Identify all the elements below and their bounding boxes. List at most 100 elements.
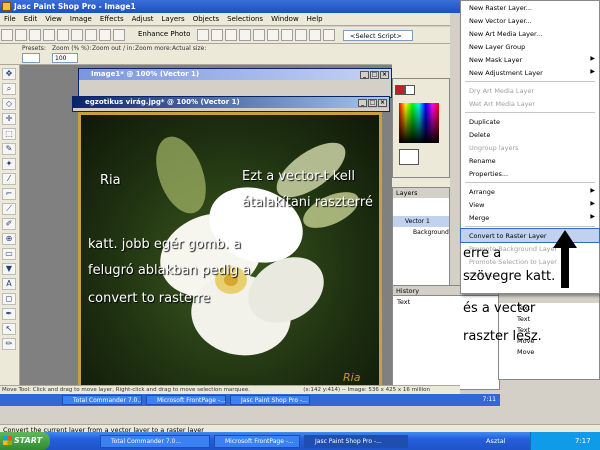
script-select[interactable]: <Select Script> — [343, 30, 413, 41]
image1-window[interactable]: Image1* @ 100% (Vector 1) _ □ × — [78, 68, 392, 98]
close-button[interactable]: × — [378, 99, 387, 107]
menu-item-new-art-media-layer[interactable]: New Art Media Layer... — [461, 27, 599, 40]
menu-file[interactable]: File — [0, 13, 20, 23]
layer-background[interactable]: Background — [393, 227, 449, 238]
pen-tool-icon[interactable]: ✒ — [2, 308, 16, 320]
minimize-button[interactable]: _ — [358, 99, 367, 107]
pan-tool-icon[interactable]: ✥ — [2, 68, 16, 80]
inner-task-paint-shop-pro[interactable]: Jasc Paint Shop Pro -... — [230, 395, 310, 405]
swatch-icon[interactable] — [395, 85, 405, 95]
menu-window[interactable]: Window — [267, 13, 303, 23]
image-canvas[interactable]: Ria — [78, 112, 382, 396]
undo-icon[interactable] — [57, 29, 69, 41]
close-button[interactable]: × — [380, 71, 389, 79]
preset-shape-icon[interactable]: ◻ — [2, 293, 16, 305]
maximize-button[interactable]: □ — [370, 71, 379, 79]
task-total-commander[interactable]: Total Commander 7.0... — [100, 435, 210, 448]
zoom-tool-icon[interactable]: ⌕ — [2, 83, 16, 95]
menu-item-view[interactable]: View ▶ — [461, 198, 599, 211]
layer-palette-item[interactable]: Move — [499, 347, 599, 358]
foreground-swatch[interactable] — [399, 149, 419, 165]
menu-layers[interactable]: Layers — [158, 13, 189, 23]
menu-item-duplicate[interactable]: Duplicate — [461, 115, 599, 128]
menu-item-delete[interactable]: Delete — [461, 128, 599, 141]
color-picker[interactable] — [399, 103, 439, 143]
toolbar-tool-icon[interactable] — [197, 29, 209, 41]
menu-item-new-mask-layer[interactable]: New Mask Layer ▶ — [461, 53, 599, 66]
menu-item-label: View — [469, 201, 485, 209]
move-tool-icon[interactable]: ✛ — [2, 113, 16, 125]
magic-wand-icon[interactable]: ✦ — [2, 158, 16, 170]
menu-adjust[interactable]: Adjust — [128, 13, 158, 23]
deform-tool-icon[interactable]: ◇ — [2, 98, 16, 110]
menu-image[interactable]: Image — [66, 13, 96, 23]
toolbar-tool-icon[interactable] — [295, 29, 307, 41]
art-media-icon[interactable]: ✏ — [2, 338, 16, 350]
menu-edit[interactable]: Edit — [20, 13, 42, 23]
menu-item-new-raster-layer[interactable]: New Raster Layer... — [461, 1, 599, 14]
task-frontpage[interactable]: Microsoft FrontPage -... — [214, 435, 300, 448]
print-icon[interactable] — [43, 29, 55, 41]
menu-selections[interactable]: Selections — [223, 13, 267, 23]
paste-icon[interactable] — [113, 29, 125, 41]
task-paint-shop-pro[interactable]: Jasc Paint Shop Pro -... — [304, 435, 408, 448]
freehand-selection-icon[interactable]: ✎ — [2, 143, 16, 155]
save-icon[interactable] — [29, 29, 41, 41]
clock: 7:17 — [575, 437, 591, 445]
desktop-toolbar-label[interactable]: Asztal — [486, 437, 506, 445]
swatch-icon[interactable] — [405, 85, 415, 95]
minimize-button[interactable]: _ — [360, 71, 369, 79]
straighten-icon[interactable]: ⟋ — [2, 203, 16, 215]
materials-palette[interactable] — [392, 78, 450, 178]
object-selector-icon[interactable]: ↖ — [2, 323, 16, 335]
toolbar-tool-icon[interactable] — [323, 29, 335, 41]
toolbar-tool-icon[interactable] — [281, 29, 293, 41]
paint-brush-icon[interactable]: ✐ — [2, 218, 16, 230]
menu-item-arrange[interactable]: Arrange ▶ — [461, 185, 599, 198]
image1-title: Image1* @ 100% (Vector 1) — [91, 70, 200, 78]
image1-title-bar[interactable]: Image1* @ 100% (Vector 1) _ □ × — [79, 69, 391, 80]
text-tool-icon[interactable]: A — [2, 278, 16, 290]
menu-view[interactable]: View — [41, 13, 66, 23]
photo-window[interactable]: egzotikus virág.jpg* @ 100% (Vector 1) _… — [72, 96, 390, 112]
menu-item-new-vector-layer[interactable]: New Vector Layer... — [461, 14, 599, 27]
toolbar-tool-icon[interactable] — [239, 29, 251, 41]
copy-icon[interactable] — [99, 29, 111, 41]
new-icon[interactable] — [1, 29, 13, 41]
cut-icon[interactable] — [85, 29, 97, 41]
menu-item-properties[interactable]: Properties... — [461, 167, 599, 180]
menu-item-dry-art-media-layer: Dry Art Media Layer — [469, 87, 535, 95]
presets-dropdown[interactable] — [22, 53, 40, 63]
clone-brush-icon[interactable]: ⊕ — [2, 233, 16, 245]
inner-task-total-commander[interactable]: Total Commander 7.0... — [62, 395, 142, 405]
inner-task-frontpage[interactable]: Microsoft FrontPage -... — [146, 395, 226, 405]
start-button[interactable]: START — [0, 432, 50, 450]
redo-icon[interactable] — [71, 29, 83, 41]
layer-vector1[interactable]: Vector 1 — [393, 216, 449, 227]
toolbar-tool-icon[interactable] — [309, 29, 321, 41]
flood-fill-icon[interactable]: ▼ — [2, 263, 16, 275]
enhance-photo-button[interactable]: Enhance Photo — [138, 30, 190, 38]
selection-tool-icon[interactable]: ⬚ — [2, 128, 16, 140]
menu-item-merge[interactable]: Merge ▶ — [461, 211, 599, 224]
menu-item-new-layer-group[interactable]: New Layer Group — [461, 40, 599, 53]
menu-item-new-adjustment-layer[interactable]: New Adjustment Layer ▶ — [461, 66, 599, 79]
toolbar-tool-icon[interactable] — [267, 29, 279, 41]
photo-title-bar[interactable]: egzotikus virág.jpg* @ 100% (Vector 1) _… — [73, 97, 389, 108]
submenu-arrow-icon: ▶ — [590, 213, 595, 220]
open-icon[interactable] — [15, 29, 27, 41]
menu-objects[interactable]: Objects — [189, 13, 223, 23]
menu-item-rename[interactable]: Rename — [461, 154, 599, 167]
toolbar-tool-icon[interactable] — [253, 29, 265, 41]
layers-panel: Layers Vector 1 Background — [392, 187, 450, 287]
eraser-icon[interactable]: ▭ — [2, 248, 16, 260]
menu-help[interactable]: Help — [303, 13, 327, 23]
menu-effects[interactable]: Effects — [96, 13, 128, 23]
toolbar-tool-icon[interactable] — [225, 29, 237, 41]
maximize-button[interactable]: □ — [368, 99, 377, 107]
submenu-arrow-icon: ▶ — [590, 68, 595, 75]
crop-tool-icon[interactable]: ⌐ — [2, 188, 16, 200]
toolbar-tool-icon[interactable] — [211, 29, 223, 41]
zoom-input[interactable]: 100 — [52, 53, 78, 63]
dropper-icon[interactable]: ⁄ — [2, 173, 16, 185]
